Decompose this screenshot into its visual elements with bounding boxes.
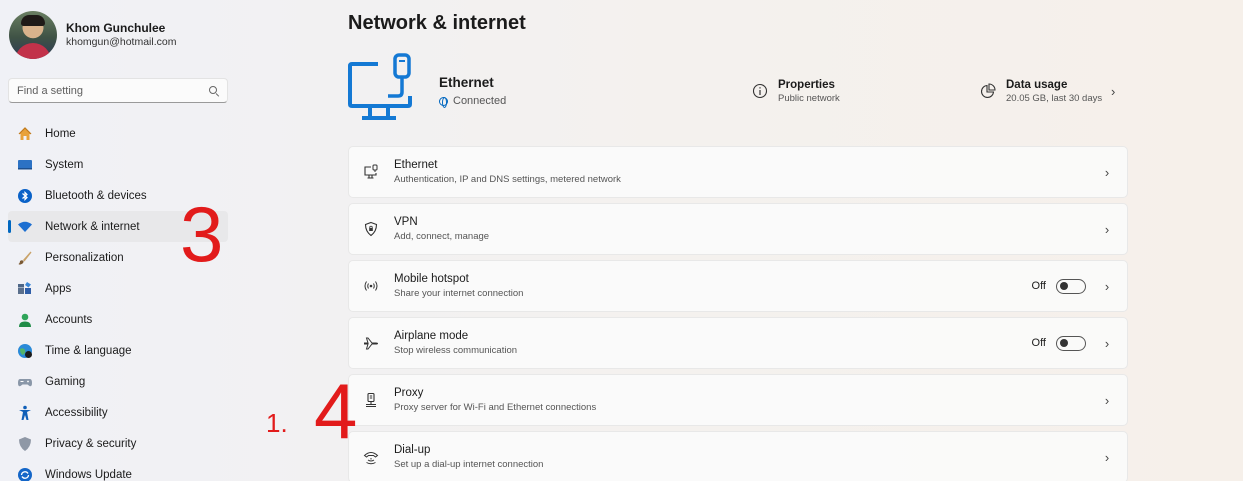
chevron-right-icon: › xyxy=(1104,221,1110,237)
shield-icon xyxy=(16,435,34,453)
sidebar-item-home[interactable]: Home xyxy=(8,118,228,149)
vpn-settings-card[interactable]: VPN Add, connect, manage › xyxy=(348,203,1128,255)
ethernet-monitor-icon xyxy=(348,53,412,120)
card-title: VPN xyxy=(394,216,418,228)
sidebar-item-label: System xyxy=(45,158,84,171)
sidebar-item-label: Accounts xyxy=(45,313,93,326)
network-status-hero: Ethernet Connected Properties Public net… xyxy=(348,52,1128,127)
sidebar-item-privacy-security[interactable]: Privacy & security xyxy=(8,428,228,459)
sidebar-item-label: Network & internet xyxy=(45,220,140,233)
globe-icon xyxy=(439,96,448,108)
sidebar-item-label: Privacy & security xyxy=(45,437,137,450)
step-annotation-4: 4 xyxy=(314,367,358,455)
sidebar-item-label: Accessibility xyxy=(45,406,108,419)
proxy-icon xyxy=(361,390,381,410)
card-description: Share your internet connection xyxy=(394,288,524,299)
profile-email: khomgun@hotmail.com xyxy=(66,36,177,48)
sidebar-item-windows-update[interactable]: Windows Update xyxy=(8,459,228,481)
accessibility-icon xyxy=(16,404,34,422)
card-description: Authentication, IP and DNS settings, met… xyxy=(394,174,621,185)
data-usage-sub: 20.05 GB, last 30 days xyxy=(1006,93,1103,104)
home-icon xyxy=(16,125,34,143)
system-icon xyxy=(16,156,34,174)
sidebar-item-label: Bluetooth & devices xyxy=(45,189,147,202)
dial-up-card[interactable]: Dial-up Set up a dial-up internet connec… xyxy=(348,431,1128,481)
ethernet-icon xyxy=(361,162,381,182)
chevron-right-icon[interactable]: › xyxy=(1111,84,1115,99)
sidebar-item-system[interactable]: System xyxy=(8,149,228,180)
wifi-icon xyxy=(16,218,34,236)
globe-clock-icon xyxy=(16,342,34,360)
connection-status-text: Connected xyxy=(453,95,507,107)
chevron-right-icon: › xyxy=(1104,392,1110,408)
toggle-state-label: Off xyxy=(1031,280,1046,292)
update-icon xyxy=(16,466,34,481)
avatar xyxy=(9,11,57,59)
sidebar-item-accessibility[interactable]: Accessibility xyxy=(8,397,228,428)
page-title: Network & internet xyxy=(348,12,526,34)
properties-button[interactable]: Properties Public network xyxy=(752,78,840,106)
airplane-icon xyxy=(361,333,381,353)
search-box[interactable] xyxy=(8,78,228,103)
sidebar-item-accounts[interactable]: Accounts xyxy=(8,304,228,335)
card-description: Proxy server for Wi-Fi and Ethernet conn… xyxy=(394,402,597,413)
pie-chart-icon xyxy=(981,83,996,98)
properties-sub: Public network xyxy=(778,93,840,104)
sidebar-item-time-language[interactable]: Time & language xyxy=(8,335,228,366)
sidebar-item-label: Windows Update xyxy=(45,468,132,481)
airplane-mode-card[interactable]: Airplane mode Stop wireless communicatio… xyxy=(348,317,1128,369)
sidebar-item-gaming[interactable]: Gaming xyxy=(8,366,228,397)
card-title: Mobile hotspot xyxy=(394,273,469,285)
search-input[interactable] xyxy=(17,84,197,97)
bluetooth-icon xyxy=(16,187,34,205)
toggle-state-label: Off xyxy=(1031,337,1046,349)
connection-name: Ethernet xyxy=(439,75,494,90)
chevron-right-icon: › xyxy=(1104,164,1110,180)
mobile-hotspot-card[interactable]: Mobile hotspot Share your internet conne… xyxy=(348,260,1128,312)
chevron-right-icon: › xyxy=(1104,449,1110,465)
sidebar-item-label: Apps xyxy=(45,282,72,295)
hotspot-icon xyxy=(361,276,381,296)
properties-title: Properties xyxy=(778,79,835,91)
step-annotation-3: 3 xyxy=(180,190,224,278)
dialup-icon xyxy=(361,447,381,467)
connection-status: Connected xyxy=(439,95,507,108)
card-title: Ethernet xyxy=(394,159,438,171)
search-icon[interactable] xyxy=(209,85,219,96)
ethernet-settings-card[interactable]: Ethernet Authentication, IP and DNS sett… xyxy=(348,146,1128,198)
card-title: Proxy xyxy=(394,387,424,399)
sidebar-nav: Home System Bluetooth & devices Network … xyxy=(8,118,228,481)
apps-icon xyxy=(16,280,34,298)
sidebar-item-label: Home xyxy=(45,127,76,140)
proxy-settings-card[interactable]: Proxy Proxy server for Wi-Fi and Etherne… xyxy=(348,374,1128,426)
step-annotation-1: 1. xyxy=(266,408,288,438)
sidebar-item-label: Personalization xyxy=(45,251,124,264)
sidebar-item-label: Gaming xyxy=(45,375,86,388)
mobile-hotspot-toggle[interactable] xyxy=(1056,278,1086,294)
info-icon xyxy=(752,83,768,99)
chevron-right-icon: › xyxy=(1104,335,1110,351)
card-description: Set up a dial-up internet connection xyxy=(394,459,544,470)
user-profile[interactable]: Khom Gunchulee khomgun@hotmail.com xyxy=(9,11,176,59)
card-title: Airplane mode xyxy=(394,330,469,342)
data-usage-button[interactable]: Data usage 20.05 GB, last 30 days xyxy=(980,78,1102,106)
card-description: Stop wireless communication xyxy=(394,345,518,356)
vpn-shield-icon xyxy=(361,219,381,239)
settings-list: Ethernet Authentication, IP and DNS sett… xyxy=(348,146,1128,481)
sidebar-item-label: Time & language xyxy=(45,344,132,357)
card-title: Dial-up xyxy=(394,444,431,456)
brush-icon xyxy=(16,249,34,267)
person-icon xyxy=(16,311,34,329)
data-usage-title: Data usage xyxy=(1006,79,1068,91)
airplane-mode-toggle[interactable] xyxy=(1056,335,1086,351)
chevron-right-icon: › xyxy=(1104,278,1110,294)
gamepad-icon xyxy=(16,373,34,391)
card-description: Add, connect, manage xyxy=(394,231,490,242)
profile-name: Khom Gunchulee xyxy=(66,21,166,35)
